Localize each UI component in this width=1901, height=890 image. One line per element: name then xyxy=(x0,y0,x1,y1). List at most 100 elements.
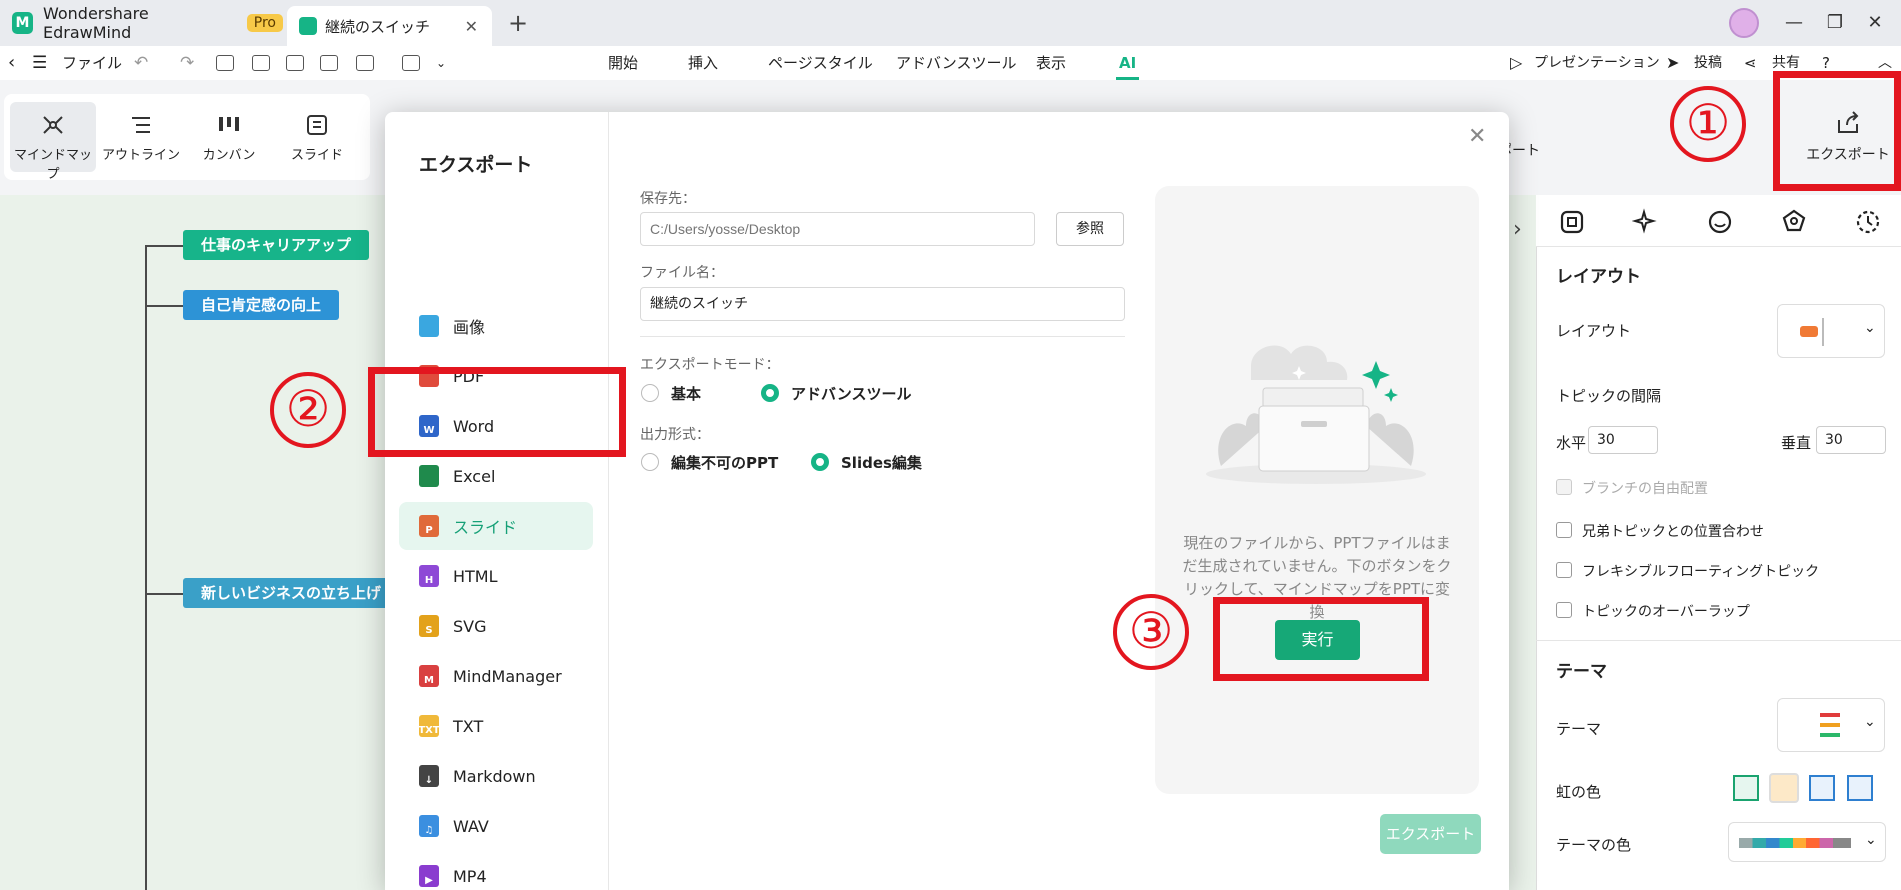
annotation-box-slides xyxy=(368,367,626,457)
flexible-floating-checkbox[interactable] xyxy=(1556,562,1572,578)
redo-icon[interactable]: ↷ xyxy=(180,46,194,80)
back-icon[interactable]: ‹ xyxy=(8,46,15,80)
tab-page-style[interactable]: ページスタイル xyxy=(768,46,873,80)
layout-preview-icon xyxy=(1800,326,1818,337)
format-html[interactable]: H HTML xyxy=(399,552,593,600)
ppt-file-icon: P xyxy=(419,515,439,537)
tab-advanced-tools[interactable]: アドバンスツール xyxy=(896,46,1016,80)
format-mindmanager[interactable]: M MindManager xyxy=(399,652,593,700)
checklist-icon[interactable] xyxy=(402,55,420,71)
format-txt[interactable]: TXT TXT xyxy=(399,702,593,750)
print-icon[interactable] xyxy=(320,55,338,71)
filename-input[interactable]: 継続のスイッチ xyxy=(640,287,1125,321)
close-dialog-icon[interactable]: ✕ xyxy=(1468,124,1486,149)
theme-preview-bar xyxy=(1820,723,1840,727)
slide-icon xyxy=(307,115,327,135)
format-excel[interactable]: Excel xyxy=(399,452,593,500)
topic-self-esteem[interactable]: 自己肯定感の向上 xyxy=(183,290,340,320)
file-menu[interactable]: ファイル xyxy=(62,46,122,80)
new-tab-button[interactable]: + xyxy=(503,8,533,38)
view-slide-label: スライド xyxy=(290,148,343,163)
badge-icon[interactable] xyxy=(1780,208,1808,236)
expand-panel-icon[interactable]: › xyxy=(1513,217,1522,242)
more-dropdown-icon[interactable]: ⌄ xyxy=(436,46,446,80)
view-slide-button[interactable]: スライド xyxy=(274,102,360,172)
panel-tabs xyxy=(1536,195,1901,247)
rainbow-option[interactable] xyxy=(1847,775,1873,801)
view-kanban-button[interactable]: カンバン xyxy=(186,102,272,172)
restore-button[interactable]: ❐ xyxy=(1820,10,1850,36)
output-slides-radio[interactable] xyxy=(811,453,829,471)
menu-icon[interactable]: ☰ xyxy=(32,46,47,80)
layout-dropdown[interactable]: ⌄ xyxy=(1777,304,1885,358)
format-mp4[interactable]: ▶ MP4 xyxy=(399,852,593,890)
view-mindmap-button[interactable]: マインドマップ xyxy=(10,102,96,182)
output-ppt-radio[interactable] xyxy=(641,453,659,471)
format-label: WAV xyxy=(453,816,489,836)
style-icon[interactable] xyxy=(1558,208,1586,236)
vertical-spacing-input[interactable]: 30 xyxy=(1816,426,1886,454)
format-slides[interactable]: P スライド xyxy=(399,502,593,550)
output-slides-label: Slides編集 xyxy=(841,454,922,472)
format-image[interactable]: 画像 xyxy=(399,302,593,350)
theme-color-dropdown[interactable]: ⌄ xyxy=(1728,822,1886,862)
sticker-icon[interactable] xyxy=(1706,208,1734,236)
horizontal-spacing-input[interactable]: 30 xyxy=(1588,426,1658,454)
avatar[interactable] xyxy=(1729,8,1759,38)
tab-insert[interactable]: 挿入 xyxy=(688,46,718,80)
edrawmind-logo-icon: M xyxy=(12,12,33,34)
undo-icon[interactable]: ↶ xyxy=(134,46,148,80)
format-label: スライド xyxy=(453,518,518,537)
close-tab-icon[interactable]: ✕ xyxy=(465,17,478,36)
tab-ai[interactable]: AI xyxy=(1116,46,1140,80)
open-folder-icon[interactable] xyxy=(252,55,270,71)
document-tab[interactable]: 継続のスイッチ ✕ xyxy=(287,6,492,46)
presentation-button[interactable]: プレゼンテーション xyxy=(1534,46,1660,80)
add-icon[interactable] xyxy=(216,55,234,71)
tab-start[interactable]: 開始 xyxy=(608,46,638,80)
topic-overlap-label: トピックのオーバーラップ xyxy=(1582,604,1750,620)
format-label: 画像 xyxy=(453,318,486,337)
format-label: Markdown xyxy=(453,766,536,786)
format-label: TXT xyxy=(453,716,484,736)
minimize-button[interactable]: — xyxy=(1779,10,1809,36)
ai-sparkle-icon[interactable] xyxy=(1632,208,1660,236)
view-outline-label: アウトライン xyxy=(101,148,180,163)
clock-icon[interactable] xyxy=(1854,208,1882,236)
mode-advanced-radio[interactable] xyxy=(761,384,779,402)
format-wav[interactable]: ♫ WAV xyxy=(399,802,593,850)
topic-overlap-checkbox[interactable] xyxy=(1556,602,1572,618)
browse-button[interactable]: 参照 xyxy=(1056,212,1124,246)
tab-view[interactable]: 表示 xyxy=(1036,46,1066,80)
annotation-box-run xyxy=(1213,597,1429,681)
vertical-label: 垂直 xyxy=(1781,434,1812,452)
branch-connector xyxy=(145,593,183,595)
save-icon[interactable] xyxy=(286,55,304,71)
theme-dropdown[interactable]: ⌄ xyxy=(1777,698,1885,752)
horizontal-label: 水平 xyxy=(1556,434,1587,452)
align-siblings-checkbox[interactable] xyxy=(1556,522,1572,538)
format-markdown[interactable]: ↓ Markdown xyxy=(399,752,593,800)
topic-career[interactable]: 仕事のキャリアアップ xyxy=(183,230,370,260)
mode-basic-radio[interactable] xyxy=(641,384,659,402)
mode-basic-label: 基本 xyxy=(671,385,702,403)
rainbow-option[interactable] xyxy=(1733,775,1759,801)
close-window-button[interactable]: ✕ xyxy=(1860,10,1890,36)
image-file-icon xyxy=(419,315,439,337)
format-svg[interactable]: S SVG xyxy=(399,602,593,650)
markdown-file-icon: ↓ xyxy=(419,765,439,787)
app-tab[interactable]: M Wondershare EdrawMind Pro xyxy=(0,0,283,46)
save-to-label: 保存先： xyxy=(640,191,696,207)
topic-new-business[interactable]: 新しいビジネスの立ち上げ xyxy=(183,578,400,608)
save-to-input[interactable] xyxy=(640,212,1035,246)
export-share-icon[interactable] xyxy=(356,55,374,71)
export-button[interactable]: エクスポート xyxy=(1380,814,1481,854)
theme-label: テーマ xyxy=(1556,720,1602,738)
theme-heading: テーマ xyxy=(1556,662,1607,682)
rainbow-option-selected[interactable] xyxy=(1769,773,1799,803)
rainbow-option[interactable] xyxy=(1809,775,1835,801)
view-outline-button[interactable]: アウトライン xyxy=(98,102,184,172)
rainbow-label: 虹の色 xyxy=(1556,783,1602,801)
post-button[interactable]: 投稿 xyxy=(1694,46,1722,80)
mindmanager-file-icon: M xyxy=(419,665,439,687)
